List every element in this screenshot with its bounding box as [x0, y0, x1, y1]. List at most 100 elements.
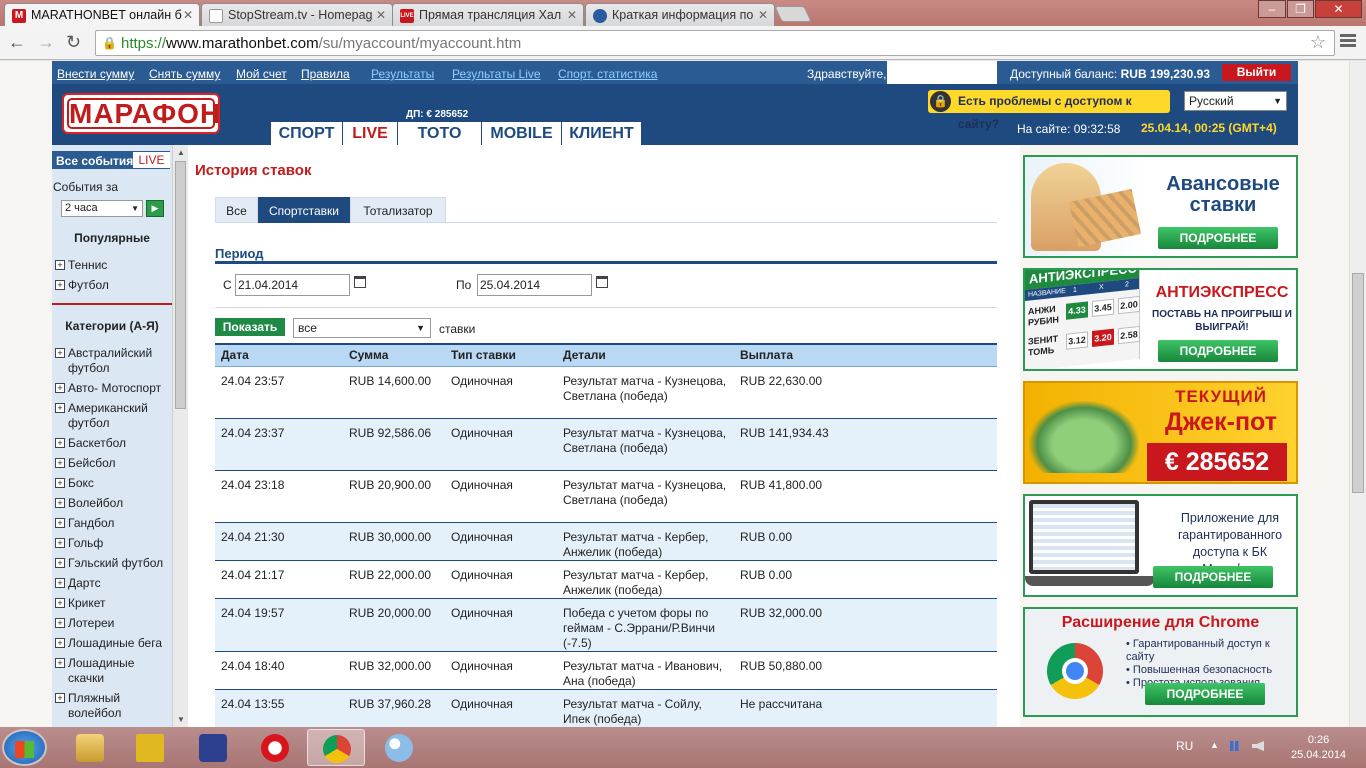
tab-all-bets[interactable]: Все [215, 197, 258, 223]
marathon-logo[interactable]: МАРАФОН [62, 93, 220, 134]
taskbar-explorer[interactable] [61, 729, 119, 766]
tab-client[interactable]: КЛИЕНТ [562, 122, 642, 145]
close-tab-icon[interactable]: ✕ [567, 8, 577, 22]
taskbar-chrome[interactable] [307, 729, 365, 766]
expand-icon[interactable]: + [55, 458, 65, 468]
expand-icon[interactable]: + [55, 518, 65, 528]
sidebar-item-category[interactable]: + Дартс [55, 576, 170, 591]
banner-more-button[interactable]: ПОДРОБНЕЕ [1158, 227, 1278, 249]
banner-antiexpress[interactable]: АНТИЭКСПРЕСС НАЗВАНИЕ 1 X 2 АНЖИ РУБИН 4.33… [1023, 268, 1298, 371]
period-select[interactable]: 2 часа ▼ [61, 200, 143, 217]
close-tab-icon[interactable]: ✕ [758, 8, 768, 22]
minimize-icon[interactable]: – [1258, 0, 1286, 18]
browser-tab-stopstream[interactable]: StopStream.tv - Homepag ✕ [201, 3, 393, 26]
period-go-button[interactable]: ▶ [146, 200, 164, 217]
sidebar-item-category[interactable]: + Бокс [55, 476, 170, 491]
tab-all-events[interactable]: Все события [56, 154, 133, 168]
expand-icon[interactable]: + [55, 348, 65, 358]
sport-stats-link[interactable]: Спорт. статистика [558, 67, 657, 81]
tab-sport-bets[interactable]: Спортставки [258, 197, 350, 223]
sidebar-scrollbar[interactable]: ▲ ▼ [172, 145, 188, 727]
sidebar-item-category[interactable]: + Бейсбол [55, 456, 170, 471]
tray-clock[interactable]: 0:26 25.04.2014 [1291, 733, 1346, 763]
scroll-down-icon[interactable]: ▼ [177, 715, 185, 724]
tab-totalizator[interactable]: Тотализатор [350, 197, 446, 223]
tab-sport[interactable]: СПОРТ [271, 122, 343, 145]
language-select[interactable]: Русский ▼ [1184, 91, 1287, 111]
logout-button[interactable]: Выйти [1222, 64, 1291, 81]
banner-more-button[interactable]: ПОДРОБНЕЕ [1153, 566, 1273, 588]
show-button[interactable]: Показать [215, 318, 285, 336]
expand-icon[interactable]: + [55, 403, 65, 413]
banner-more-button[interactable]: ПОДРОБНЕЕ [1158, 340, 1278, 362]
bookmark-star-icon[interactable]: ☆ [1310, 32, 1326, 53]
sidebar-item-category[interactable]: + Американский футбол [55, 401, 170, 431]
forward-arrow-icon[interactable]: → [37, 32, 55, 53]
tab-sidebar-live[interactable]: LIVE [133, 152, 170, 168]
tab-live[interactable]: LIVE [343, 122, 398, 145]
browser-tab-marathonbet[interactable]: M MARATHONBET онлайн б ✕ [4, 3, 200, 27]
expand-icon[interactable]: + [55, 478, 65, 488]
back-arrow-icon[interactable]: ← [8, 32, 26, 53]
expand-icon[interactable]: + [55, 438, 65, 448]
my-account-link[interactable]: Мой счет [236, 67, 287, 81]
expand-icon[interactable]: + [55, 638, 65, 648]
sidebar-item-category[interactable]: + Австралийский футбол [55, 346, 170, 376]
tab-mobile[interactable]: MOBILE [482, 122, 562, 145]
sidebar-item-category[interactable]: + Лошадиные скачки [55, 656, 170, 686]
expand-icon[interactable]: + [55, 260, 65, 270]
calendar-icon[interactable] [354, 276, 366, 288]
expand-icon[interactable]: + [55, 383, 65, 393]
expand-icon[interactable]: + [55, 578, 65, 588]
sidebar-item-category[interactable]: + Авто- Мотоспорт [55, 381, 170, 396]
results-link[interactable]: Результаты [371, 67, 434, 81]
taskbar-opera[interactable] [246, 729, 304, 766]
close-window-icon[interactable]: ✕ [1315, 0, 1362, 18]
close-tab-icon[interactable]: ✕ [183, 8, 193, 22]
address-bar[interactable]: 🔒 https://www.marathonbet.com/su/myaccou… [95, 30, 1335, 56]
bet-type-select[interactable]: все ▼ [293, 318, 431, 338]
expand-icon[interactable]: + [55, 280, 65, 290]
new-tab-button[interactable] [774, 6, 812, 22]
banner-advance-bets[interactable]: Авансовые ставки ПОДРОБНЕЕ [1023, 155, 1298, 258]
sidebar-item-category[interactable]: + Крикет [55, 596, 170, 611]
sidebar-item-category[interactable]: + Пляжный волейбол [55, 691, 170, 721]
tab-toto[interactable]: TOTO [398, 122, 482, 145]
withdraw-link[interactable]: Снять сумму [149, 67, 220, 81]
browser-tab-info[interactable]: Краткая информация по ✕ [585, 3, 775, 26]
page-scrollbar[interactable] [1349, 61, 1366, 727]
scroll-up-icon[interactable]: ▲ [177, 148, 185, 157]
sidebar-item-category[interactable]: + Баскетбол [55, 436, 170, 451]
access-problem-button[interactable]: 🔒 Есть проблемы с доступом к сайту? [928, 90, 1170, 131]
sidebar-item-category[interactable]: + Волейбол [55, 496, 170, 511]
from-date-input[interactable]: 21.04.2014 [235, 274, 350, 296]
chrome-menu-icon[interactable] [1340, 34, 1356, 49]
taskbar-app[interactable] [121, 729, 179, 766]
sidebar-item-tennis[interactable]: + Теннис [55, 258, 170, 273]
banner-app[interactable]: Приложение для гарантированного доступа … [1023, 494, 1298, 597]
sidebar-item-category[interactable]: + Гандбол [55, 516, 170, 531]
close-tab-icon[interactable]: ✕ [376, 8, 386, 22]
expand-icon[interactable]: + [55, 658, 65, 668]
banner-chrome-extension[interactable]: Расширение для Chrome • Гарантированный … [1023, 607, 1298, 717]
rules-link[interactable]: Правила [301, 67, 350, 81]
sidebar-item-category[interactable]: + Лотереи [55, 616, 170, 631]
reload-icon[interactable]: ↻ [66, 32, 81, 53]
deposit-link[interactable]: Внести сумму [57, 67, 134, 81]
sidebar-item-category[interactable]: + Лошадиные бега [55, 636, 170, 651]
sidebar-item-football[interactable]: + Футбол [55, 278, 170, 293]
expand-icon[interactable]: + [55, 618, 65, 628]
sidebar-item-category[interactable]: + Гэльский футбол [55, 556, 170, 571]
to-date-input[interactable]: 25.04.2014 [477, 274, 592, 296]
expand-icon[interactable]: + [55, 538, 65, 548]
expand-icon[interactable]: + [55, 558, 65, 568]
url-text[interactable]: https://www.marathonbet.com/su/myaccount… [121, 35, 521, 52]
maximize-icon[interactable]: ❐ [1287, 0, 1314, 18]
taskbar-save-app[interactable] [184, 729, 242, 766]
browser-tab-live-stream[interactable]: LIVE Прямая трансляция Хал ✕ [392, 3, 584, 26]
tray-arrow-icon[interactable]: ▲ [1210, 740, 1219, 750]
start-button[interactable] [2, 729, 47, 766]
expand-icon[interactable]: + [55, 693, 65, 703]
calendar-icon[interactable] [596, 276, 608, 288]
volume-icon[interactable] [1252, 741, 1264, 751]
